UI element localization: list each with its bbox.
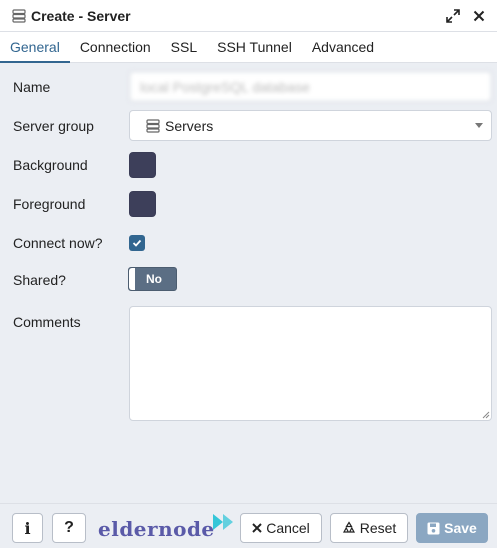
cancel-button[interactable]: Cancel <box>240 513 322 543</box>
foreground-label: Foreground <box>13 196 86 212</box>
tab-bar: General Connection SSL SSH Tunnel Advanc… <box>0 32 497 63</box>
info-button[interactable]: i <box>12 513 43 543</box>
tab-general[interactable]: General <box>0 32 70 63</box>
recycle-icon <box>342 521 356 535</box>
server-group-row: Server group Servers <box>0 110 497 141</box>
comments-row: Comments <box>0 306 497 421</box>
connect-now-row: Connect now? <box>0 234 497 252</box>
info-icon: i <box>24 518 31 538</box>
background-color-picker[interactable] <box>129 152 156 178</box>
logo-arrow-icon <box>212 514 233 530</box>
eldernode-logo: eldernode <box>98 514 239 542</box>
tab-ssh-tunnel[interactable]: SSH Tunnel <box>207 32 302 62</box>
cancel-button-label: Cancel <box>266 520 310 536</box>
server-icon <box>146 118 160 133</box>
expand-icon[interactable] <box>445 8 461 24</box>
floppy-icon <box>427 522 440 535</box>
tab-ssl[interactable]: SSL <box>161 32 207 62</box>
name-label: Name <box>13 79 51 95</box>
save-button-label: Save <box>444 520 477 536</box>
foreground-row: Foreground <box>0 191 497 218</box>
close-icon[interactable] <box>471 8 487 24</box>
toggle-knob <box>129 268 135 290</box>
dialog-titlebar: Create - Server <box>0 0 497 32</box>
logo-text: eldernode <box>98 517 215 541</box>
shared-label: Shared? <box>13 272 66 288</box>
comments-textarea[interactable] <box>129 306 492 421</box>
shared-toggle-text: No <box>146 272 162 286</box>
help-button[interactable]: ? <box>52 513 86 543</box>
tab-connection[interactable]: Connection <box>70 32 161 62</box>
chevron-down-icon <box>475 123 483 128</box>
shared-row: Shared? No <box>0 267 497 291</box>
check-icon <box>132 239 142 247</box>
connect-now-checkbox[interactable] <box>129 235 145 251</box>
reset-button-label: Reset <box>359 520 397 536</box>
tab-advanced[interactable]: Advanced <box>302 32 384 62</box>
general-form: Name Server group Servers Background For… <box>0 63 497 503</box>
x-icon <box>252 523 262 533</box>
server-group-select[interactable]: Servers <box>129 110 492 141</box>
name-input[interactable] <box>129 71 492 102</box>
name-row: Name <box>0 71 497 102</box>
server-icon <box>12 8 26 23</box>
dialog-title: Create - Server <box>31 7 131 24</box>
server-group-label: Server group <box>13 118 94 134</box>
connect-now-label: Connect now? <box>13 235 103 251</box>
resize-grip-icon[interactable] <box>482 411 490 419</box>
background-label: Background <box>13 157 88 173</box>
dialog-footer: i ? eldernode Cancel Reset Save <box>0 503 497 548</box>
shared-toggle[interactable]: No <box>128 267 177 291</box>
comments-label: Comments <box>13 314 81 330</box>
server-group-value: Servers <box>165 117 214 134</box>
foreground-color-picker[interactable] <box>129 191 156 217</box>
background-row: Background <box>0 152 497 179</box>
save-button[interactable]: Save <box>416 513 488 543</box>
reset-button[interactable]: Reset <box>330 513 408 543</box>
help-icon: ? <box>64 519 74 536</box>
